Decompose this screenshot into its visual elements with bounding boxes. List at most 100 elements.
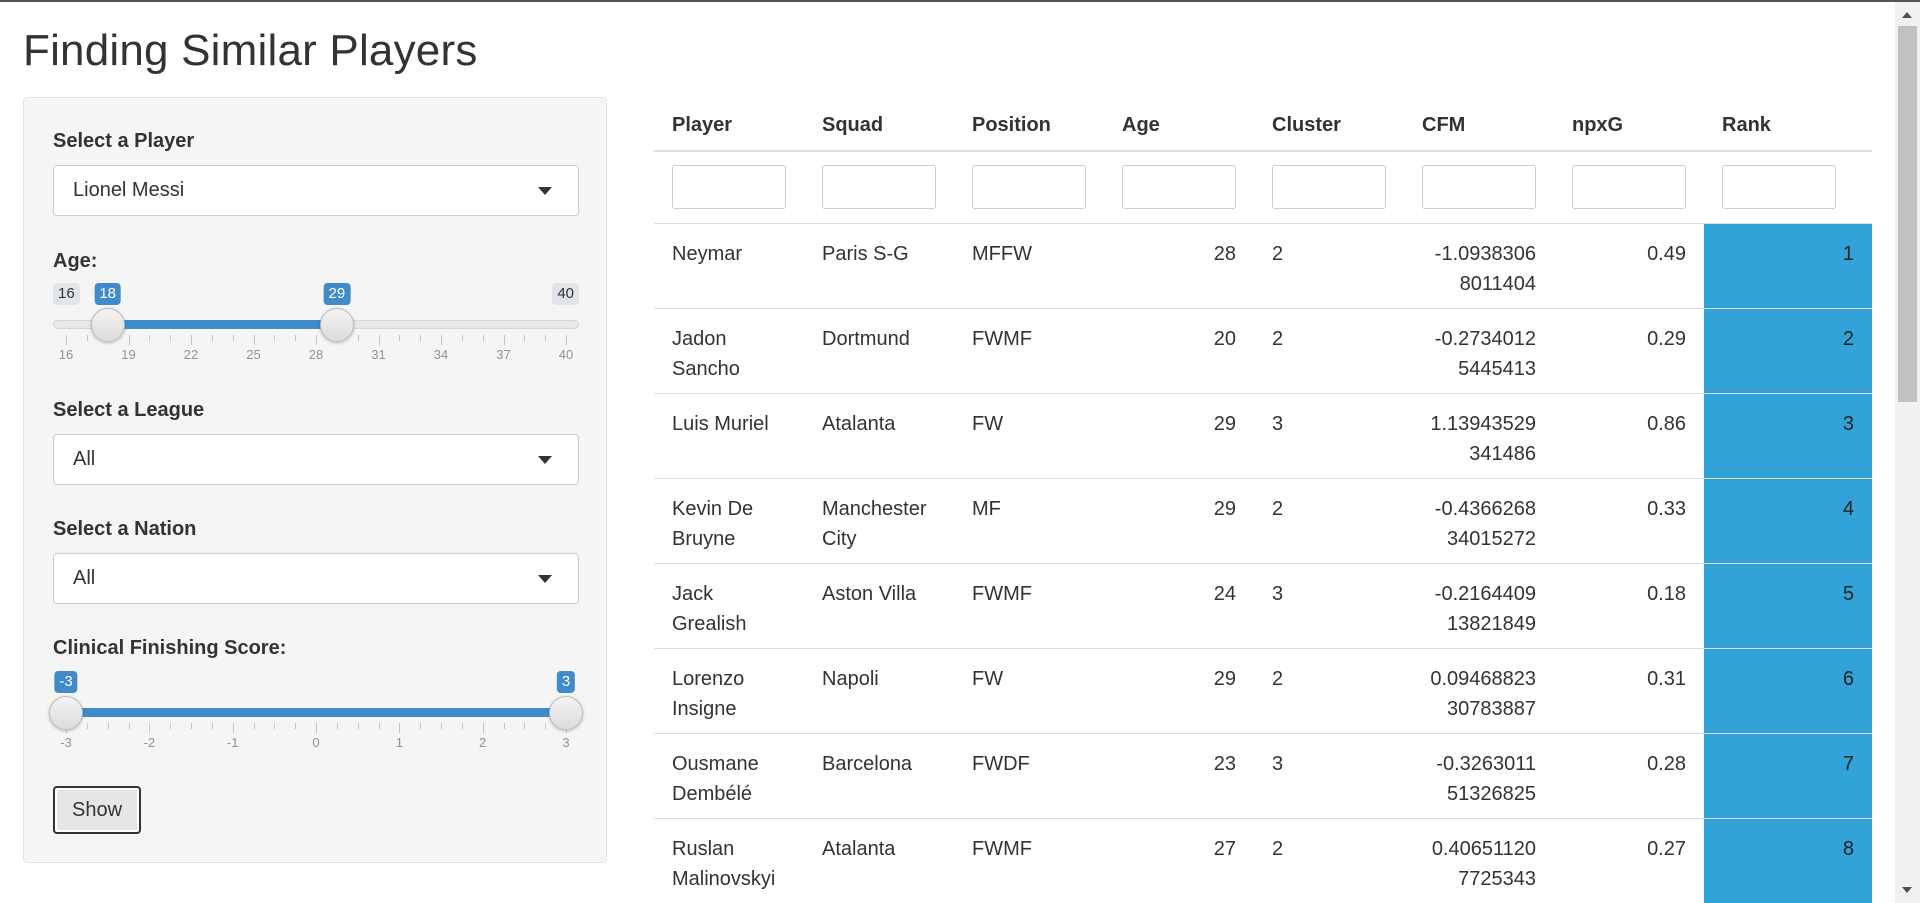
column-header-rank[interactable]: Rank <box>1704 97 1872 152</box>
column-filter-input-squad[interactable] <box>822 165 936 210</box>
cell-squad: Dortmund <box>804 307 954 393</box>
slider-tick <box>191 335 192 345</box>
scroll-up-arrow-icon[interactable] <box>1902 12 1912 18</box>
slider-minor-tick <box>170 723 172 729</box>
cell-player: Ruslan Malinovskyi <box>654 817 804 903</box>
slider-minor-tick <box>211 723 213 729</box>
results-table: Player Squad Position Age Cluster CFM npxG Rank… <box>654 97 1872 903</box>
cell-age: 28 <box>1104 222 1254 308</box>
league-select[interactable]: All <box>53 434 579 485</box>
table-row[interactable]: Jack Grealish Aston Villa FWMF 24 3 -0.216440… <box>654 562 1872 648</box>
clinical-finishing-slider[interactable]: -3 3 -3 -2 -1 0 1 2 3 <box>49 671 583 761</box>
cell-cluster: 3 <box>1254 562 1404 648</box>
column-header-squad[interactable]: Squad <box>804 97 954 152</box>
cell-cfm: -0.2734012 5445413 <box>1404 307 1554 393</box>
column-filter-input-position[interactable] <box>972 165 1086 210</box>
slider-handle-from[interactable] <box>90 308 125 342</box>
slider-tick <box>316 723 317 733</box>
table-row[interactable]: Ruslan Malinovskyi Atalanta FWMF 27 2 0.40651… <box>654 817 1872 903</box>
column-header-position[interactable]: Position <box>954 97 1104 152</box>
slider-tick <box>482 723 484 733</box>
cell-position: FWMF <box>954 562 1104 648</box>
cell-player: Jack Grealish <box>654 562 804 648</box>
cell-rank: 7 <box>1704 732 1872 818</box>
cell-npxg: 0.27 <box>1554 817 1704 903</box>
column-filter-input-player[interactable] <box>672 165 786 210</box>
cell-rank: 1 <box>1704 222 1872 308</box>
slider-tick-label: -1 <box>226 735 239 750</box>
show-button[interactable]: Show <box>53 786 141 834</box>
column-filter-input-age[interactable] <box>1122 165 1236 210</box>
column-filter-input-cluster[interactable] <box>1272 165 1386 210</box>
cfs-slider-label: Clinical Finishing Score: <box>53 637 287 659</box>
cell-position: FWDF <box>954 732 1104 818</box>
table-row[interactable]: Luis Muriel Atalanta FW 29 3 1.13943529 34148… <box>654 392 1872 478</box>
cell-squad: Manchester City <box>804 477 954 563</box>
slider-minor-tick <box>545 723 547 729</box>
slider-tick-label: 25 <box>246 347 261 362</box>
slider-minor-tick <box>107 723 109 729</box>
column-header-age[interactable]: Age <box>1104 97 1254 152</box>
column-header-npxg[interactable]: npxG <box>1554 97 1704 152</box>
filter-cell-player <box>654 151 804 224</box>
slider-minor-tick <box>170 335 172 341</box>
column-header-cluster[interactable]: Cluster <box>1254 97 1404 152</box>
slider-min-label: 16 <box>53 283 80 305</box>
slider-minor-tick <box>336 723 338 729</box>
cell-rank: 2 <box>1704 307 1872 393</box>
column-filter-input-npxg[interactable] <box>1572 165 1686 210</box>
scrollbar-thumb[interactable] <box>1898 26 1917 402</box>
slider-minor-tick <box>524 723 526 729</box>
cell-squad: Barcelona <box>804 732 954 818</box>
slider-from-value: 18 <box>94 283 121 305</box>
filter-cell-rank <box>1704 151 1872 224</box>
slider-to-value: 3 <box>556 671 576 693</box>
cell-cfm: 0.09468823 30783887 <box>1404 647 1554 733</box>
chevron-down-icon <box>538 575 552 583</box>
cell-cfm: 1.13943529 341486 <box>1404 392 1554 478</box>
slider-handle-to[interactable] <box>549 696 583 730</box>
column-header-cfm[interactable]: CFM <box>1404 97 1554 152</box>
slider-tick <box>149 723 151 733</box>
chevron-down-icon <box>538 187 552 195</box>
slider-minor-tick <box>482 335 484 341</box>
cell-npxg: 0.86 <box>1554 392 1704 478</box>
age-range-slider[interactable]: 16 40 18 29 16 19 22 25 28 31 34 37 40 <box>53 283 579 373</box>
slider-minor-tick <box>545 335 547 341</box>
slider-tick-label: 0 <box>312 735 320 750</box>
column-header-player[interactable]: Player <box>654 97 804 152</box>
cell-cluster: 2 <box>1254 477 1404 563</box>
results-table-container: Player Squad Position Age Cluster CFM npxG Rank… <box>654 97 1872 903</box>
cell-cfm: -0.4366268 34015272 <box>1404 477 1554 563</box>
slider-minor-tick <box>295 335 297 341</box>
slider-handle-to[interactable] <box>319 308 354 342</box>
cell-npxg: 0.29 <box>1554 307 1704 393</box>
filter-cell-cfm <box>1404 151 1554 224</box>
slider-tick-label: 3 <box>562 735 570 750</box>
player-select-value: Lionel Messi <box>73 179 185 201</box>
cell-position: FW <box>954 647 1104 733</box>
cell-rank: 8 <box>1704 817 1872 903</box>
table-row[interactable]: Neymar Paris S-G MFFW 28 2 -1.0938306 8011404… <box>654 222 1872 308</box>
player-select[interactable]: Lionel Messi <box>53 165 579 216</box>
cell-rank: 5 <box>1704 562 1872 648</box>
page-scrollbar[interactable] <box>1895 2 1920 903</box>
filter-cell-position <box>954 151 1104 224</box>
column-filter-input-cfm[interactable] <box>1422 165 1536 210</box>
column-filter-input-rank[interactable] <box>1722 165 1836 210</box>
table-row[interactable]: Ousmane Dembélé Barcelona FWDF 23 3 -0.326301… <box>654 732 1872 818</box>
slider-minor-tick <box>86 723 88 729</box>
cell-squad: Atalanta <box>804 392 954 478</box>
cell-position: FWMF <box>954 307 1104 393</box>
scroll-down-arrow-icon[interactable] <box>1902 887 1912 893</box>
table-row[interactable]: Jadon Sancho Dortmund FWMF 20 2 -0.2734012 54… <box>654 307 1872 393</box>
table-row[interactable]: Kevin De Bruyne Manchester City MF 29 2 -0.43… <box>654 477 1872 563</box>
slider-tick-label: -2 <box>143 735 156 750</box>
cell-rank: 6 <box>1704 647 1872 733</box>
cell-npxg: 0.49 <box>1554 222 1704 308</box>
table-row[interactable]: Lorenzo Insigne Napoli FW 29 2 0.09468823 307… <box>654 647 1872 733</box>
slider-handle-from[interactable] <box>49 696 83 730</box>
slider-tick-label: 19 <box>121 347 136 362</box>
cell-squad: Paris S-G <box>804 222 954 308</box>
nation-select[interactable]: All <box>53 553 579 604</box>
